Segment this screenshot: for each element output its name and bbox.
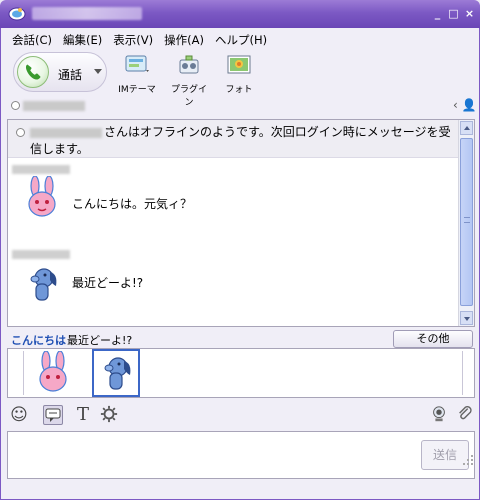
chevron-down-icon[interactable] bbox=[94, 69, 102, 74]
menu-conversation[interactable]: 会話(C) bbox=[9, 30, 60, 48]
photo-label: フォト bbox=[225, 85, 253, 95]
contact-row: ‹ 👤 bbox=[1, 98, 479, 114]
window-frame: 会話(C) 編集(E) 表示(V) 操作(A) ヘルプ(H) 通話 IMテーマ bbox=[0, 28, 480, 500]
offline-notice: さんはオフラインのようです。次回ログイン時にメッセージを受信します。 bbox=[8, 120, 458, 158]
tray-right-divider bbox=[462, 351, 470, 395]
chat-log[interactable]: さんはオフラインのようです。次回ログイン時にメッセージを受信します。 こんにちは… bbox=[7, 119, 475, 327]
emoticon-button[interactable]: ☺ bbox=[9, 405, 29, 425]
scroll-thumb[interactable] bbox=[460, 138, 473, 306]
tray-left-divider bbox=[16, 351, 24, 395]
message-text: こんにちは。元気ィ？ bbox=[72, 197, 193, 211]
toolbar: 通話 IMテーマ プラグイン フォト bbox=[1, 48, 479, 108]
close-button[interactable]: × bbox=[463, 7, 476, 20]
scroll-down-button[interactable] bbox=[460, 311, 473, 325]
webcam-icon[interactable] bbox=[429, 405, 449, 425]
im-theme-button[interactable]: IMテーマ bbox=[117, 54, 157, 95]
menu-actions[interactable]: 操作(A) bbox=[161, 30, 212, 48]
message-input[interactable]: 送信 bbox=[7, 431, 475, 479]
messenger-logo-icon bbox=[8, 7, 26, 21]
call-label: 通話 bbox=[58, 68, 83, 82]
gear-icon[interactable] bbox=[99, 405, 119, 425]
blue-dog-icon[interactable] bbox=[92, 349, 140, 397]
pink-rabbit-icon bbox=[28, 176, 56, 217]
title-bar: _ □ × bbox=[0, 0, 480, 28]
menu-bar: 会話(C) 編集(E) 表示(V) 操作(A) ヘルプ(H) bbox=[9, 30, 275, 48]
maximize-button[interactable]: □ bbox=[447, 7, 460, 20]
format-toolbar: ☺ T bbox=[7, 402, 475, 428]
text-format-button[interactable]: T bbox=[73, 405, 93, 425]
window-title-redacted bbox=[32, 7, 142, 20]
menu-edit[interactable]: 編集(E) bbox=[60, 30, 110, 48]
contact-nav-icons[interactable]: ‹ 👤 bbox=[453, 98, 477, 112]
plugin-icon bbox=[179, 55, 199, 74]
im-theme-icon bbox=[125, 55, 149, 72]
call-button[interactable]: 通話 bbox=[13, 52, 107, 92]
sticker-tray bbox=[7, 348, 475, 398]
contact-name-redacted bbox=[23, 101, 85, 111]
chat-scrollbar[interactable] bbox=[458, 120, 474, 326]
sticker-bar: こんにちは 最近どーよ!? その他 bbox=[7, 330, 475, 348]
photo-button[interactable]: フォト bbox=[221, 54, 257, 95]
sender-name-redacted bbox=[12, 250, 70, 259]
blue-dog-icon bbox=[30, 268, 57, 301]
sticker-current-label: 最近どーよ!? bbox=[67, 334, 133, 347]
sender-name-redacted bbox=[12, 165, 70, 174]
scroll-up-button[interactable] bbox=[460, 121, 473, 135]
phone-icon bbox=[17, 56, 49, 88]
photo-icon bbox=[227, 55, 251, 74]
resize-grip-icon[interactable] bbox=[462, 454, 474, 466]
menu-help[interactable]: ヘルプ(H) bbox=[212, 30, 275, 48]
pink-rabbit-icon[interactable] bbox=[31, 351, 75, 395]
im-theme-label: IMテーマ bbox=[118, 85, 156, 95]
sticker-category-label[interactable]: こんにちは bbox=[11, 332, 66, 348]
paperclip-icon[interactable] bbox=[455, 405, 475, 425]
offline-notice-text: さんはオフラインのようです。次回ログイン時にメッセージを受信します。 bbox=[30, 125, 451, 156]
other-stickers-button[interactable]: その他 bbox=[393, 330, 473, 348]
minimize-button[interactable]: _ bbox=[431, 7, 444, 20]
message-text: 最近どーよ!? bbox=[72, 276, 144, 290]
offline-status-icon bbox=[11, 101, 20, 110]
speech-bubble-icon[interactable] bbox=[43, 405, 63, 425]
offline-status-icon bbox=[16, 128, 25, 137]
menu-view[interactable]: 表示(V) bbox=[110, 30, 161, 48]
